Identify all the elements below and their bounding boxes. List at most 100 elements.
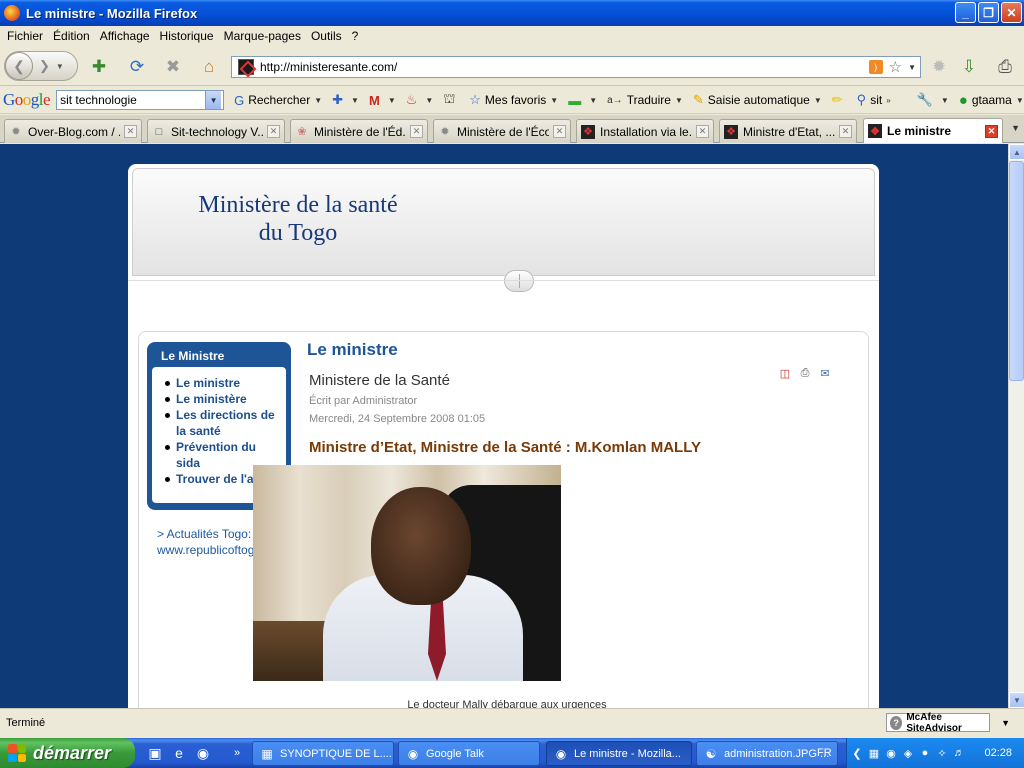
stop-icon[interactable]: ✖ bbox=[162, 56, 184, 78]
minister-photo bbox=[253, 465, 561, 681]
pdf-icon[interactable]: ◫ bbox=[778, 366, 792, 380]
menu-affichage[interactable]: Affichage bbox=[95, 29, 155, 43]
clock[interactable]: 02:28 bbox=[984, 747, 1012, 759]
museum-button[interactable]: ⛫ bbox=[443, 91, 459, 109]
tab-le-ministre[interactable]: ❖ Le ministre ✕ bbox=[863, 118, 1003, 143]
header-toggle-knob[interactable] bbox=[504, 270, 534, 292]
taskbar-item-synoptique[interactable]: ▦ SYNOPTIQUE DE L.... bbox=[252, 741, 394, 766]
menu-help[interactable]: ? bbox=[347, 29, 364, 43]
tab-close-icon[interactable]: ✕ bbox=[553, 125, 566, 138]
scroll-thumb[interactable] bbox=[1009, 161, 1024, 381]
sit-search-button[interactable]: ⚲ sit» bbox=[857, 92, 891, 108]
forward-button[interactable]: ❯ bbox=[39, 58, 50, 74]
highlight-button[interactable]: ✏ bbox=[832, 92, 847, 108]
tab-ministere-education[interactable]: ❀ Ministère de l'Éd... ✕ bbox=[290, 119, 428, 143]
history-dropdown-icon[interactable]: ▼ bbox=[56, 62, 64, 71]
maximize-button[interactable]: ❐ bbox=[978, 2, 999, 23]
photo-caption: Le docteur Mally débarque aux urgences bbox=[407, 699, 607, 708]
minimize-button[interactable]: _ bbox=[955, 2, 976, 23]
menu-marque-pages[interactable]: Marque-pages bbox=[219, 29, 306, 43]
main-content-box: Le Ministre Le ministre Le ministère Les… bbox=[138, 331, 869, 708]
user-status-icon: ● bbox=[958, 91, 968, 109]
windows-flag-icon bbox=[8, 744, 26, 762]
scroll-down-icon[interactable]: ▼ bbox=[1009, 692, 1024, 708]
account-button[interactable]: ● gtaama ▼ bbox=[959, 92, 1024, 109]
section-title: Le ministre bbox=[307, 340, 398, 359]
firefox-quicklaunch-icon[interactable]: ◉ bbox=[194, 744, 212, 762]
pagerank-button[interactable]: ▬ ▼ bbox=[568, 93, 597, 108]
menu-fichier[interactable]: Fichier bbox=[2, 29, 48, 43]
tab-close-icon[interactable]: ✕ bbox=[839, 125, 852, 138]
chat-bubble-icon: ◉ bbox=[407, 746, 419, 761]
tray-expand-icon[interactable]: ❮ bbox=[850, 746, 864, 760]
taskbar-item-firefox[interactable]: ◉ Le ministre - Mozilla... bbox=[546, 741, 692, 766]
google-search-dropdown-icon[interactable]: ▼ bbox=[205, 91, 222, 109]
mcafee-dropdown-icon[interactable]: ▼ bbox=[1001, 718, 1010, 728]
tab-close-icon[interactable]: ✕ bbox=[410, 125, 423, 138]
email-icon[interactable]: ✉ bbox=[818, 366, 832, 380]
reload-icon[interactable]: ⟳ bbox=[126, 56, 148, 78]
toolbar-settings-button[interactable]: 🔧 ▼ bbox=[917, 92, 949, 108]
volume-icon[interactable]: ♬ bbox=[952, 746, 966, 760]
home-icon[interactable]: ⌂ bbox=[198, 56, 220, 78]
tab-sit-technology[interactable]: □ Sit-technology V... ✕ bbox=[147, 119, 285, 143]
back-button[interactable]: ❮ bbox=[5, 52, 33, 80]
tab-ministere-economie[interactable]: ✹ Ministère de l'Éco... ✕ bbox=[433, 119, 571, 143]
ie-icon[interactable]: e bbox=[170, 744, 188, 762]
traduire-button[interactable]: a→ Traduire ▼ bbox=[607, 93, 683, 107]
url-dropdown-icon[interactable]: ▼ bbox=[908, 63, 916, 72]
bookmark-star-icon[interactable]: ☆ bbox=[889, 58, 902, 76]
scroll-up-icon[interactable]: ▲ bbox=[1009, 144, 1024, 160]
site-title[interactable]: Ministère de la santé du Togo bbox=[183, 191, 413, 247]
quicklaunch-more-icon[interactable]: » bbox=[228, 744, 246, 762]
menu-outils[interactable]: Outils bbox=[306, 29, 347, 43]
saisie-automatique-button[interactable]: ✎ Saisie automatique ▼ bbox=[693, 92, 822, 108]
menu-historique[interactable]: Historique bbox=[155, 29, 219, 43]
vertical-scrollbar[interactable]: ▲ ▼ bbox=[1008, 144, 1024, 708]
print-icon[interactable]: ⎙ bbox=[994, 56, 1016, 78]
google-logo[interactable]: Google bbox=[3, 90, 51, 110]
start-button[interactable]: démarrer bbox=[0, 738, 135, 768]
highlighter-icon: ✏ bbox=[831, 92, 843, 107]
site-header: Ministère de la santé du Togo bbox=[132, 168, 875, 276]
tab-list-dropdown-icon[interactable]: ▼ bbox=[1011, 123, 1020, 133]
tab-close-icon[interactable]: ✕ bbox=[696, 125, 709, 138]
rss-feed-icon[interactable]: ) bbox=[868, 60, 883, 74]
tab-close-icon[interactable]: ✕ bbox=[985, 124, 998, 138]
taskbar-item-google-talk[interactable]: ◉ Google Talk bbox=[398, 741, 540, 766]
mcafee-siteadvisor-button[interactable]: ? McAfee SiteAdvisor bbox=[886, 712, 990, 734]
tab-ministre-etat[interactable]: ❖ Ministre d'Etat, ... ✕ bbox=[719, 119, 857, 143]
new-tab-icon[interactable]: ✚ bbox=[88, 56, 110, 78]
gmail-button[interactable]: M ▼ bbox=[369, 93, 396, 108]
print-article-icon[interactable]: ⎙ bbox=[798, 366, 812, 380]
download-icon[interactable]: ⇩ bbox=[958, 56, 980, 78]
google-plus-button[interactable]: ✚ ▼ bbox=[332, 92, 359, 108]
status-text: Terminé bbox=[6, 717, 46, 729]
image-viewer-icon: ☯ bbox=[705, 746, 717, 761]
tab-installation[interactable]: ❖ Installation via le... ✕ bbox=[576, 119, 714, 143]
language-indicator[interactable]: FR bbox=[817, 747, 832, 759]
sidebar-item-le-ministere[interactable]: Le ministère bbox=[156, 391, 282, 407]
close-button[interactable]: ✕ bbox=[1001, 2, 1022, 23]
show-desktop-icon[interactable]: ▣ bbox=[146, 744, 164, 762]
window-title: Le ministre - Mozilla Firefox bbox=[26, 5, 198, 21]
sidebar-item-directions[interactable]: Les directions de la santé bbox=[156, 407, 282, 439]
mes-favoris-button[interactable]: ☆ Mes favoris ▼ bbox=[469, 92, 558, 108]
google-rechercher-button[interactable]: G Rechercher ▼ bbox=[234, 93, 322, 108]
building-icon: ⛫ bbox=[443, 91, 456, 106]
sidebar-item-le-ministre[interactable]: Le ministre bbox=[156, 375, 282, 391]
url-input[interactable] bbox=[260, 58, 869, 76]
menu-edition[interactable]: Édition bbox=[48, 29, 95, 43]
network-icon[interactable]: ▦ bbox=[867, 746, 881, 760]
window-title-bar[interactable]: Le ministre - Mozilla Firefox _ ❐ ✕ bbox=[0, 0, 1024, 26]
google-bookmarks-button[interactable]: ♨ ▼ bbox=[406, 92, 434, 108]
pagerank-icon: ▬ bbox=[568, 92, 582, 108]
tab-close-icon[interactable]: ✕ bbox=[124, 125, 137, 138]
google-search-input[interactable] bbox=[57, 93, 206, 107]
bluetooth-icon[interactable]: ✧ bbox=[935, 746, 949, 760]
tab-over-blog[interactable]: ✹ Over-Blog.com / ... ✕ bbox=[4, 119, 142, 143]
update-icon[interactable]: ◈ bbox=[901, 746, 915, 760]
tab-close-icon[interactable]: ✕ bbox=[267, 125, 280, 138]
messenger-icon[interactable]: ● bbox=[918, 746, 932, 760]
security-icon[interactable]: ◉ bbox=[884, 746, 898, 760]
